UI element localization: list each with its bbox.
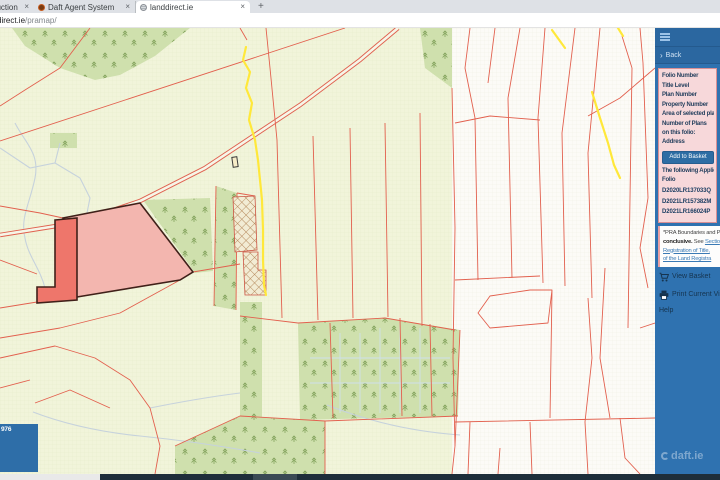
printer-icon	[659, 290, 669, 300]
folio-number: D2020LR137033Q	[662, 186, 714, 197]
print-current-view-button[interactable]: Print Current Vie	[655, 285, 720, 303]
back-button[interactable]: › Back	[655, 47, 720, 64]
folio-number: D2021LR157382M	[662, 197, 714, 208]
registration-of-title-link[interactable]: Registration of Title,	[663, 247, 719, 256]
daft-favicon-icon	[38, 4, 45, 11]
add-to-basket-button[interactable]: Add to Basket	[662, 151, 714, 164]
folio-heading: Folio	[662, 176, 714, 186]
field-address: Address	[662, 138, 714, 148]
field-plan-number: Plan Number	[662, 91, 714, 101]
folio-info-text: 976	[1, 426, 11, 433]
field-property-number: Property Number	[662, 101, 714, 111]
help-link[interactable]: Help	[655, 303, 720, 314]
folio-info-popup: 976	[0, 424, 38, 472]
tab-auction[interactable]: auction ×	[0, 1, 34, 13]
taskbar-segment	[100, 474, 253, 480]
view-basket-label: View Basket	[672, 273, 710, 280]
daft-logo-icon	[661, 452, 669, 460]
taskbar-segment	[297, 474, 720, 480]
hatched-parcel[interactable]	[233, 196, 257, 252]
sidebar-header	[655, 28, 720, 47]
tab-landdirect[interactable]: landdirect.ie ×	[136, 1, 250, 13]
browser-window: auction × Daft Agent System × landdirect…	[0, 0, 720, 480]
folio-number: D2021LR166024P	[662, 207, 714, 218]
forest-area	[298, 318, 460, 420]
address-bar[interactable]: direct.ie/pramap/	[0, 13, 720, 28]
menu-icon[interactable]	[660, 32, 670, 43]
taskbar	[0, 474, 720, 480]
building-symbol	[232, 157, 238, 168]
taskbar-segment	[253, 474, 297, 480]
field-folio-number: Folio Number	[662, 72, 714, 82]
cart-icon	[659, 272, 669, 282]
watermark-text: daft.ie	[671, 450, 703, 462]
tab-title: landdirect.ie	[150, 3, 236, 12]
new-tab-button[interactable]: +	[258, 2, 264, 12]
forest-area	[240, 302, 262, 468]
disclaimer-see: See	[694, 239, 704, 245]
map-viewport[interactable]: 976	[0, 28, 655, 474]
taskbar-segment	[0, 474, 100, 480]
pra-disclaimer: *PRA Boundaries and P conclusive. See Se…	[658, 226, 720, 267]
land-registry-map[interactable]	[0, 28, 655, 474]
tab-daft-agent-system[interactable]: Daft Agent System ×	[34, 1, 136, 13]
field-area-selected-plans: Area of selected plans	[662, 110, 714, 120]
tab-bar: auction × Daft Agent System × landdirect…	[0, 0, 720, 13]
daft-watermark: daft.ie	[661, 450, 703, 462]
chevron-right-icon: ›	[660, 52, 663, 59]
tab-title: auction	[0, 3, 20, 12]
back-label: Back	[666, 52, 682, 59]
url-domain: direct.ie	[0, 16, 25, 25]
disclaimer-line1: *PRA Boundaries and P	[663, 229, 719, 238]
map-sidebar: › Back Folio Number Title Level Plan Num…	[655, 28, 720, 474]
close-icon[interactable]: ×	[239, 3, 246, 11]
disclaimer-line2: conclusive. See Sectio	[663, 238, 719, 247]
land-registration-link[interactable]: of the Land Registra	[663, 255, 719, 264]
field-number-of-plans: Number of Plans on this folio:	[662, 120, 714, 138]
url-path: /pramap/	[25, 16, 57, 25]
print-label: Print Current Vie	[672, 291, 720, 298]
forest-area	[50, 133, 77, 148]
folio-details-panel: Folio Number Title Level Plan Number Pro…	[658, 68, 717, 223]
applications-heading: The following Applicat	[662, 167, 714, 177]
section-link[interactable]: Sectio	[705, 239, 720, 245]
view-basket-button[interactable]: View Basket	[655, 267, 720, 285]
field-title-level: Title Level	[662, 82, 714, 92]
close-icon[interactable]: ×	[124, 3, 131, 11]
disclaimer-bold: conclusive.	[663, 239, 692, 245]
close-icon[interactable]: ×	[23, 3, 30, 11]
landdirect-favicon-icon	[140, 4, 147, 11]
tab-title: Daft Agent System	[48, 3, 121, 12]
